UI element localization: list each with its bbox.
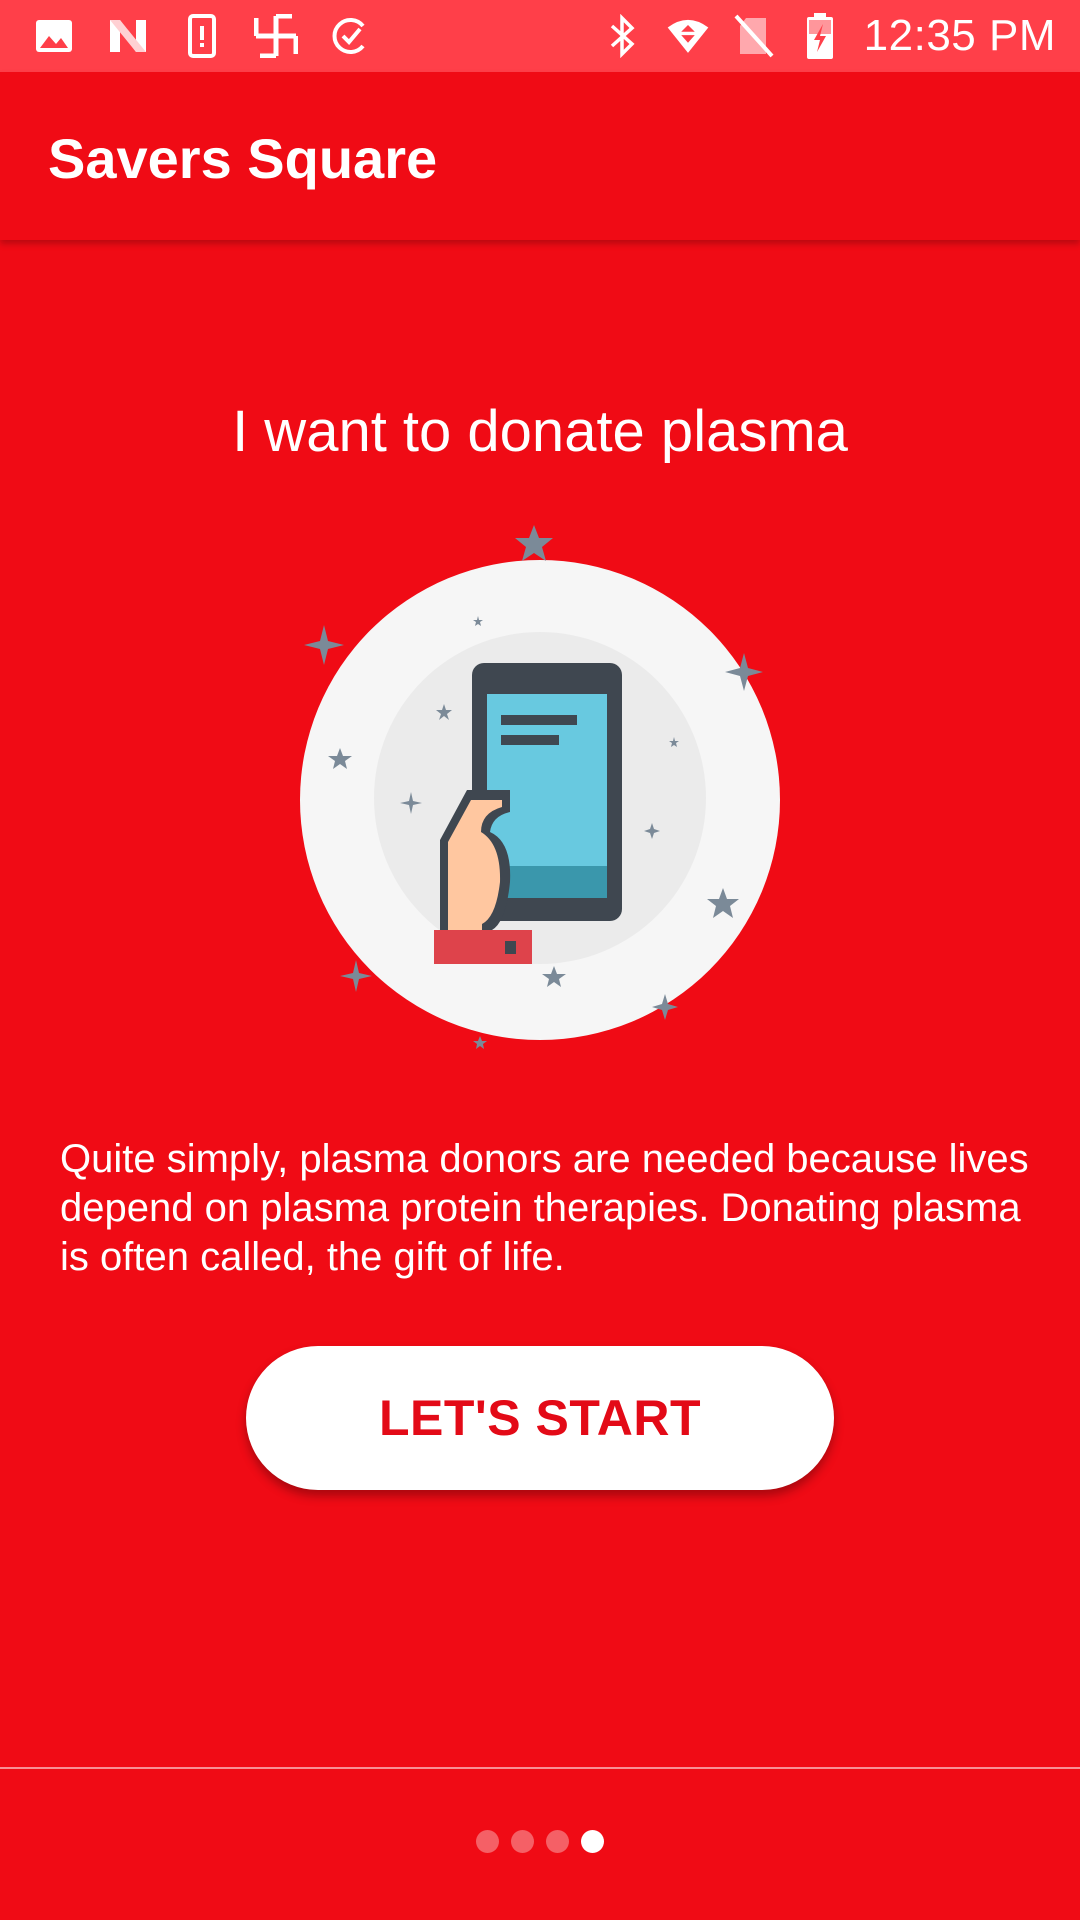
notification-icons xyxy=(32,10,372,62)
page-dot-4-active[interactable] xyxy=(581,1830,604,1853)
page-indicator xyxy=(0,1830,1080,1854)
page-dot-1[interactable] xyxy=(476,1830,499,1853)
bluetooth-icon xyxy=(600,14,644,58)
status-bar: 12:35 PM xyxy=(0,0,1080,72)
app-bar: Savers Square xyxy=(0,72,1080,240)
lets-start-button[interactable]: LET'S START xyxy=(246,1346,834,1490)
n-logo-icon xyxy=(106,14,150,58)
c-logo-icon xyxy=(328,14,372,58)
app-title: Savers Square xyxy=(48,127,438,190)
onboarding-description: Quite simply, plasma donors are needed b… xyxy=(60,1137,1029,1279)
hand-holding-phone-icon xyxy=(280,510,800,1060)
page-dot-3[interactable] xyxy=(546,1830,569,1853)
system-icons: 12:35 PM xyxy=(600,10,1056,62)
onboarding-headline: I want to donate plasma xyxy=(232,399,848,464)
bottom-divider xyxy=(0,1767,1080,1769)
page-dot-2[interactable] xyxy=(511,1830,534,1853)
battery-charging-icon xyxy=(798,13,842,59)
wifi-icon xyxy=(666,14,710,58)
device-alert-icon xyxy=(180,14,224,58)
image-icon xyxy=(32,14,76,58)
clock: 12:35 PM xyxy=(863,11,1056,60)
app-glyph-icon xyxy=(254,14,298,58)
no-sim-icon xyxy=(732,14,776,58)
